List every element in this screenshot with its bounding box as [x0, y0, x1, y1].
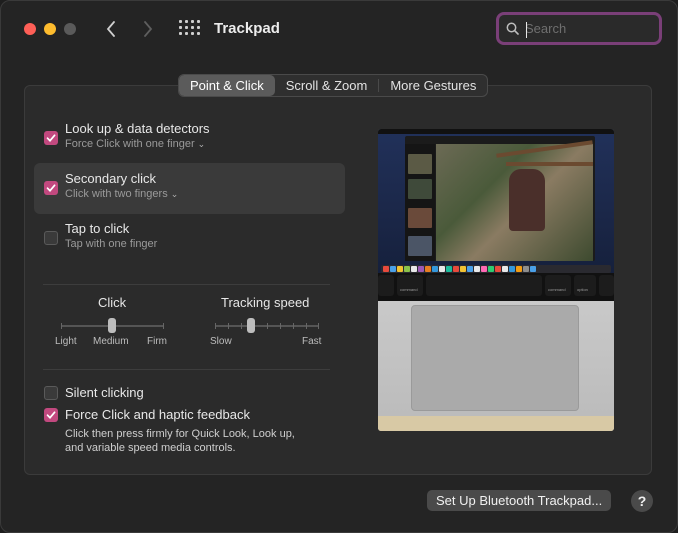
search-icon — [506, 22, 519, 35]
checkmark-icon — [46, 411, 56, 419]
option-secondary-click: Secondary click Click with two fingers ⌄ — [34, 163, 345, 214]
tap-to-click-label: Tap to click — [65, 221, 130, 236]
chevron-right-icon — [144, 21, 153, 37]
help-button[interactable]: ? — [631, 490, 653, 512]
force-click-description-1: Click then press firmly for Quick Look, … — [65, 428, 295, 440]
tab-point-click[interactable]: Point & Click — [179, 75, 275, 96]
minimize-button[interactable] — [44, 23, 56, 35]
slider-tick — [241, 323, 242, 329]
silent-clicking-label: Silent clicking — [65, 385, 144, 400]
tracking-min-label: Slow — [210, 336, 232, 347]
tab-bar: Point & Click Scroll & Zoom More Gesture… — [178, 74, 489, 97]
preview-thumbnail — [408, 179, 432, 199]
slider-tick — [293, 323, 294, 329]
search-field[interactable] — [496, 12, 662, 45]
click-min-label: Light — [55, 336, 77, 347]
divider — [43, 284, 330, 285]
tap-to-click-subtitle: Tap with one finger — [65, 238, 158, 250]
tab-scroll-zoom[interactable]: Scroll & Zoom — [275, 75, 379, 96]
preview-dock — [381, 265, 611, 273]
slider-tick — [228, 323, 229, 329]
preview-sidebar — [405, 144, 435, 261]
tracking-speed-slider[interactable] — [215, 318, 319, 333]
click-max-label: Firm — [147, 336, 167, 347]
slider-tick — [280, 323, 281, 329]
preview-key-label: command — [548, 287, 566, 292]
preview-photos-window — [405, 136, 595, 261]
secondary-click-popup[interactable]: Click with two fingers ⌄ — [65, 188, 178, 200]
close-button[interactable] — [24, 23, 36, 35]
chevron-down-icon: ⌄ — [197, 139, 206, 149]
preview-thumbnail — [408, 154, 432, 174]
chevron-down-icon: ⌄ — [170, 189, 179, 199]
preview-thumbnail — [408, 236, 432, 256]
preview-desk — [378, 416, 614, 431]
tab-more-gestures[interactable]: More Gestures — [379, 75, 487, 96]
preview-person — [509, 169, 545, 231]
divider — [43, 369, 330, 370]
preview-key-option: option — [574, 275, 596, 296]
option-silent-clicking: Silent clicking — [34, 383, 345, 405]
preview-key-label: command — [400, 287, 418, 292]
tap-to-click-checkbox[interactable] — [44, 231, 58, 245]
slider-tick — [215, 323, 216, 329]
preview-photo — [436, 140, 593, 261]
tracking-max-label: Fast — [302, 336, 322, 347]
click-slider-label: Click — [98, 295, 127, 310]
option-tap-to-click: Tap to click Tap with one finger — [34, 219, 345, 259]
force-click-checkbox[interactable] — [44, 408, 58, 422]
slider-tick — [61, 323, 62, 329]
preview-spacebar — [426, 275, 542, 296]
look-up-gesture-value: Force Click with one finger — [65, 138, 195, 150]
preview-pergola-beam — [506, 162, 593, 166]
preview-key — [378, 275, 394, 296]
tracking-speed-label: Tracking speed — [221, 295, 310, 310]
preview-trackpad — [411, 305, 579, 411]
preferences-window: Trackpad Point & Click Scroll & Zoom Mor… — [0, 0, 678, 533]
title-bar: Trackpad — [1, 1, 677, 57]
click-mid-label: Medium — [93, 336, 129, 347]
show-all-grid-icon[interactable] — [179, 20, 200, 38]
look-up-label: Look up & data detectors — [65, 121, 210, 136]
preview-menu-bar — [378, 129, 614, 134]
preview-key-command: command — [397, 275, 423, 296]
window-title: Trackpad — [214, 20, 280, 37]
slider-tick — [163, 323, 164, 329]
gesture-preview-video: command command option — [378, 129, 614, 431]
secondary-click-checkbox[interactable] — [44, 181, 58, 195]
slider-tick — [267, 323, 268, 329]
click-slider[interactable] — [61, 318, 164, 333]
checkmark-icon — [46, 184, 56, 192]
secondary-click-label: Secondary click — [65, 171, 157, 186]
force-click-label: Force Click and haptic feedback — [65, 407, 250, 422]
chevron-left-icon — [106, 21, 115, 37]
force-click-description-2: and variable speed media controls. — [65, 442, 236, 454]
back-button[interactable] — [100, 18, 122, 40]
look-up-gesture-popup[interactable]: Force Click with one finger ⌄ — [65, 138, 205, 150]
preview-screen — [378, 129, 614, 273]
search-input[interactable] — [525, 21, 645, 36]
click-slider-thumb[interactable] — [108, 318, 116, 333]
tracking-speed-thumb[interactable] — [247, 318, 255, 333]
preview-pergola-beam — [496, 140, 593, 158]
preview-key — [599, 275, 614, 296]
preview-key-command: command — [545, 275, 571, 296]
preview-keyboard: command command option — [378, 273, 614, 301]
preview-thumbnail — [408, 208, 432, 228]
slider-tick — [306, 323, 307, 329]
secondary-click-value: Click with two fingers — [65, 188, 168, 200]
preview-key-label: option — [577, 287, 588, 292]
forward-button[interactable] — [137, 18, 159, 40]
checkmark-icon — [46, 134, 56, 142]
option-force-click: Force Click and haptic feedback Click th… — [34, 405, 345, 461]
preview-laptop-body — [378, 301, 614, 416]
silent-clicking-checkbox[interactable] — [44, 386, 58, 400]
slider-tick — [318, 323, 319, 329]
text-cursor — [526, 22, 527, 38]
zoom-button[interactable] — [64, 23, 76, 35]
setup-bluetooth-trackpad-button[interactable]: Set Up Bluetooth Trackpad... — [427, 490, 612, 511]
option-look-up: Look up & data detectors Force Click wit… — [34, 119, 345, 159]
look-up-checkbox[interactable] — [44, 131, 58, 145]
